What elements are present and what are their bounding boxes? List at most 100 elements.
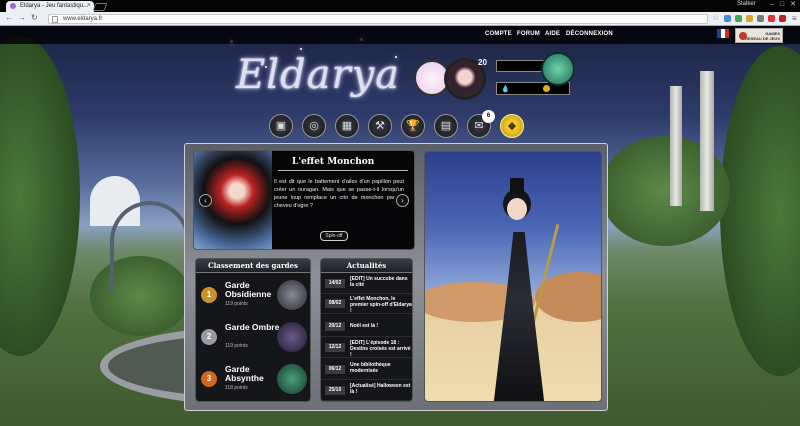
shadow-crest-icon (277, 322, 307, 352)
news-text: L'effet Monchon, le premier spin-off d'E… (350, 296, 412, 314)
browser-tab-bar: Eldarya - Jeu fantastiqu... × Stalker – □… (0, 0, 800, 12)
news-text: Noël est là ! (350, 323, 379, 329)
guard-name: Garde Obsidienne (225, 280, 272, 299)
nav-compte[interactable]: COMPTE (485, 31, 512, 37)
window-controls: – □ ✕ (764, 0, 796, 8)
character-head (507, 198, 527, 220)
featured-title: L'effet Monchon (292, 157, 375, 167)
spin-off-button[interactable]: Spin-off (320, 231, 348, 241)
player-level: 20 (478, 58, 487, 67)
star-sparkle (300, 48, 302, 50)
rank-medal: 3 (201, 371, 217, 387)
news-item[interactable]: 06/12 Une bibliothèque modernisée (321, 360, 412, 380)
featured-divider (278, 170, 408, 171)
absynthe-crest-icon (277, 364, 307, 394)
new-tab-button[interactable] (92, 3, 108, 11)
news-item[interactable]: 08/02 L'effet Monchon, le premier spin-o… (321, 294, 412, 314)
tab-title: Eldarya - Jeu fantastiqu... (20, 3, 89, 9)
market-icon[interactable]: ▦ (335, 114, 359, 138)
coins-icon[interactable]: ◎ (302, 114, 326, 138)
back-arrow-icon[interactable]: ← (5, 13, 13, 22)
gold-coin-icon (543, 85, 550, 92)
news-date: 25/10 (325, 386, 345, 395)
rank-medal: 1 (201, 287, 217, 303)
gold-gem-icon[interactable]: ◆ (500, 114, 524, 138)
reload-icon[interactable]: ↻ (31, 13, 38, 22)
news-item[interactable]: 12/12 [EDIT] L'épisode 18 : Destins croi… (321, 338, 412, 358)
banner-prev-arrow-icon[interactable]: ‹ (199, 194, 212, 207)
featured-text: Il est dit que le battement d'ailes d'un… (274, 179, 404, 209)
guard-emblem-icon[interactable] (541, 52, 575, 86)
extension-icon[interactable] (724, 15, 731, 22)
close-window-icon[interactable]: ✕ (790, 1, 796, 8)
browser-menu-icon[interactable]: ≡ (792, 14, 797, 23)
news-item[interactable]: 14/02 [EDIT] Un succube dans la cité (321, 274, 412, 294)
partner-logo-icon (739, 32, 747, 40)
character-hat (510, 178, 524, 194)
stone-arch (110, 201, 190, 291)
guard-points: 118 points (225, 385, 248, 391)
news-date: 20/12 (325, 322, 345, 331)
site-top-nav: COMPTE FORUM AIDE DÉCONNEXION GAMES RESE… (0, 26, 800, 44)
news-text: [Actualisé] Halloween est là ! (350, 383, 411, 395)
guard-row[interactable]: 2 Garde Ombre 119 points (196, 317, 310, 358)
partner-badge[interactable]: GAMES RESEAU DE JEUX (735, 28, 783, 43)
featured-banner: L'effet Monchon Il est dit que le battem… (193, 150, 415, 250)
browser-tab[interactable]: Eldarya - Jeu fantastiqu... × (6, 1, 94, 12)
extension-icon[interactable] (757, 15, 764, 22)
guard-row[interactable]: 1 Garde Obsidienne 119 points (196, 275, 310, 316)
guard-points: 119 points (225, 301, 248, 307)
maximize-icon[interactable]: □ (780, 1, 784, 8)
pillar (670, 86, 682, 206)
extension-icon[interactable] (746, 15, 753, 22)
extension-icon[interactable] (779, 15, 786, 22)
trophy-icon[interactable]: 🏆 (401, 114, 425, 138)
map-icon[interactable]: ▤ (434, 114, 458, 138)
forward-arrow-icon[interactable]: → (18, 13, 26, 22)
address-bar-row: ← → ↻ www.eldarya.fr ☆ ≡ (0, 12, 800, 26)
news-text: Une bibliothèque modernisée (350, 362, 391, 374)
character-portrait[interactable] (424, 151, 602, 402)
pillar (700, 71, 714, 211)
url-input[interactable]: www.eldarya.fr (48, 14, 708, 24)
maana-drop-icon: 💧 (501, 86, 510, 93)
news-item[interactable]: 25/10 [Actualisé] Halloween est là ! (321, 381, 412, 401)
news-text: [EDIT] L'épisode 18 : Destins croisés es… (350, 340, 411, 358)
news-date: 06/12 (325, 365, 345, 374)
left-tree (0, 36, 80, 356)
page-icon (52, 16, 58, 23)
french-flag-icon[interactable] (717, 29, 729, 38)
news-date: 08/02 (325, 299, 345, 308)
news-list: Actualités 14/02 [EDIT] Un succube dans … (320, 258, 413, 402)
partner-label: RESEAU DE JEUX (745, 36, 780, 41)
rank-medal: 2 (201, 329, 217, 345)
guard-row[interactable]: 3 Garde Absynthe 118 points (196, 359, 310, 400)
wardrobe-icon[interactable]: ▣ (269, 114, 293, 138)
main-menu-icons: ▣ ◎ ▦ ⚒ 🏆 ▤ ✉ ◆ (0, 114, 800, 138)
news-title: Actualités (321, 259, 412, 273)
hammer-icon[interactable]: ⚒ (368, 114, 392, 138)
nav-forum[interactable]: FORUM (517, 31, 540, 37)
news-item[interactable]: 20/12 Noël est là ! (321, 317, 412, 337)
banner-next-arrow-icon[interactable]: › (396, 194, 409, 207)
eldarya-logo[interactable]: Eldarya (236, 52, 400, 98)
news-date: 12/12 (325, 343, 345, 352)
minimize-icon[interactable]: – (770, 1, 774, 8)
news-date: 14/02 (325, 279, 345, 288)
browser-user[interactable]: Stalker (737, 1, 756, 7)
guard-points: 119 points (225, 343, 248, 349)
mail-notification-badge: 6 (482, 110, 495, 123)
extension-icon[interactable] (735, 15, 742, 22)
extension-icon[interactable] (768, 15, 775, 22)
nav-aide[interactable]: AIDE (545, 31, 560, 37)
right-tree (720, 46, 800, 376)
guard-ranking-title: Classement des gardes (196, 259, 310, 273)
guard-name: Garde Ombre (225, 322, 280, 332)
close-tab-icon[interactable]: × (87, 2, 91, 9)
bookmark-star-icon[interactable]: ☆ (712, 13, 719, 22)
guard-ranking: Classement des gardes 1 Garde Obsidienne… (195, 258, 311, 402)
guard-name: Garde Absynthe (225, 364, 264, 383)
site-favicon-icon (10, 3, 16, 9)
nav-deconnexion[interactable]: DÉCONNEXION (566, 31, 613, 37)
news-text: [EDIT] Un succube dans la cité (350, 276, 408, 288)
